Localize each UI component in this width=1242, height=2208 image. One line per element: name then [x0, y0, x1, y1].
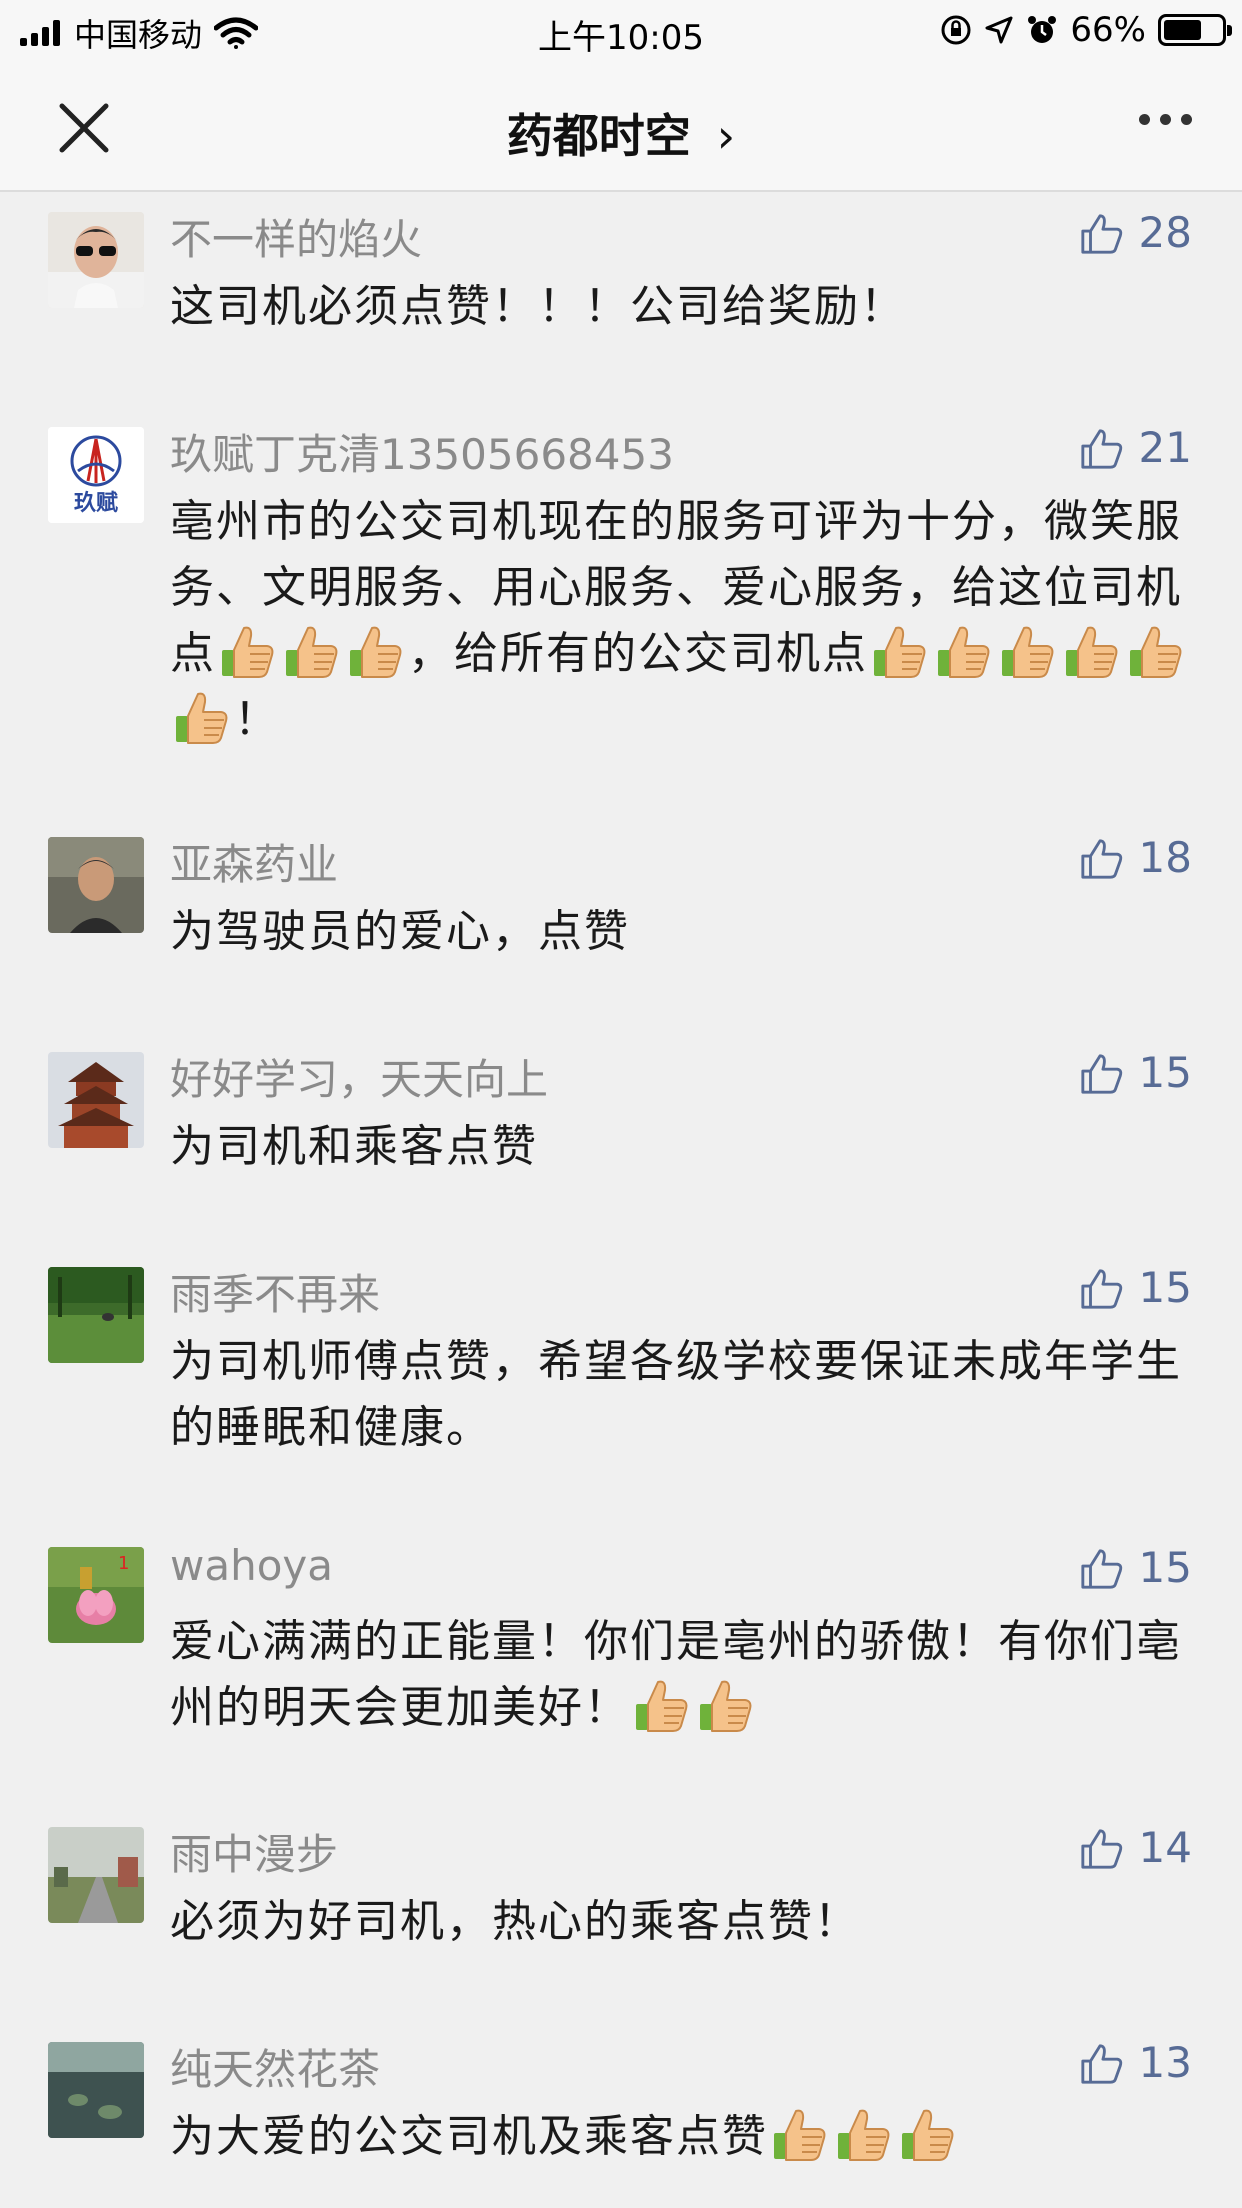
like-count: 28 [1138, 208, 1192, 257]
thumbs-up-icon [1080, 2043, 1122, 2084]
comment-author[interactable]: 雨中漫步 [170, 1821, 338, 1882]
avatar[interactable] [48, 1052, 144, 1148]
battery-icon [1158, 14, 1232, 46]
like-count: 14 [1138, 1823, 1192, 1872]
page-title[interactable]: 药都时空 › [0, 100, 1242, 166]
page-title-text: 药都时空 [506, 109, 691, 163]
comment-author[interactable]: 纯天然花茶 [170, 2036, 380, 2097]
like-count: 15 [1138, 1263, 1192, 1312]
list-item: 纯天然花茶 13 为大爱的公交司机及乘客点赞 [0, 2022, 1242, 2208]
thumbs-up-emoji-icon [220, 622, 276, 680]
list-item: 雨季不再来 15 为司机师傅点赞，希望各级学校要保证未成年学生的睡眠和健康。 [0, 1247, 1242, 1527]
comment-text: 必须为好司机，热心的乘客点赞！ [170, 1896, 860, 1947]
battery-percent: 66% [1070, 10, 1146, 50]
wifi-icon [214, 17, 259, 49]
comment-text: 为司机师傅点赞，希望各级学校要保证未成年学生的睡眠和健康。 [170, 1336, 1182, 1453]
nav-bar: 药都时空 › [0, 62, 1242, 192]
like-button[interactable]: 28 [1079, 208, 1192, 257]
comment-author[interactable]: wahoya [170, 1541, 333, 1590]
like-button[interactable]: 15 [1079, 1543, 1192, 1592]
avatar[interactable]: 玖赋 [48, 427, 144, 523]
comment-text: 爱心满满的正能量！你们是亳州的骄傲！有你们亳州的明天会更加美好！ [170, 1609, 1200, 1741]
like-button[interactable]: 18 [1079, 833, 1192, 882]
list-item: 亚森药业 18 为驾驶员的爱心，点赞 [0, 817, 1242, 1032]
list-item: 玖赋 玖赋丁克清13505668453 21 亳州市的公交司机现在的服务可评为十… [0, 407, 1242, 817]
comment-text: 为驾驶员的爱心，点赞 [170, 906, 630, 957]
thumbs-up-emoji-icon [1064, 622, 1120, 680]
alarm-icon [1028, 16, 1057, 43]
comment-text: 为司机和乘客点赞 [170, 1121, 538, 1172]
more-icon[interactable] [1139, 114, 1192, 125]
comment-text: 这司机必须点赞！！！公司给奖励！ [170, 281, 906, 332]
carrier-label: 中国移动 [74, 16, 203, 54]
comment-author[interactable]: 亚森药业 [170, 831, 338, 892]
list-item: 不一样的焰火 28 这司机必须点赞！！！公司给奖励！ [0, 192, 1242, 407]
avatar[interactable] [48, 1267, 144, 1363]
comment-author[interactable]: 雨季不再来 [170, 1261, 380, 1322]
orientation-lock-icon [941, 15, 971, 45]
thumbs-up-emoji-icon [836, 2105, 892, 2163]
thumbs-up-emoji-icon [634, 1676, 690, 1734]
thumbs-up-emoji-icon [772, 2105, 828, 2163]
svg-text:1: 1 [118, 1553, 129, 1574]
thumbs-up-icon [1080, 1828, 1122, 1869]
comment-text: 亳州市的公交司机现在的服务可评为十分，微笑服务、文明服务、用心服务、爱心服务，给… [170, 489, 1200, 753]
thumbs-up-emoji-icon [936, 622, 992, 680]
avatar[interactable] [48, 1827, 144, 1923]
thumbs-up-emoji-icon [1000, 622, 1056, 680]
avatar[interactable] [48, 837, 144, 933]
thumbs-up-emoji-icon [174, 688, 230, 746]
thumbs-up-emoji-icon [900, 2105, 956, 2163]
location-icon [985, 16, 1013, 44]
like-count: 15 [1138, 1048, 1192, 1097]
thumbs-up-icon [1080, 428, 1122, 469]
thumbs-up-emoji-icon [872, 622, 928, 680]
thumbs-up-emoji-icon [698, 1676, 754, 1734]
status-bar: 中国移动 上午10:05 66% [0, 0, 1242, 62]
like-button[interactable]: 14 [1079, 1823, 1192, 1872]
thumbs-up-icon [1080, 838, 1122, 879]
thumbs-up-icon [1080, 1268, 1122, 1309]
comment-author[interactable]: 好好学习，天天向上 [170, 1046, 548, 1107]
signal-icon [20, 20, 60, 46]
thumbs-up-emoji-icon [1128, 622, 1184, 680]
like-count: 13 [1138, 2038, 1192, 2087]
list-item: 好好学习，天天向上 15 为司机和乘客点赞 [0, 1032, 1242, 1247]
like-button[interactable]: 15 [1079, 1263, 1192, 1312]
like-count: 18 [1138, 833, 1192, 882]
comment-text-part: ！ [234, 694, 280, 745]
thumbs-up-icon [1080, 213, 1122, 254]
like-button[interactable]: 21 [1079, 423, 1192, 472]
like-count: 21 [1138, 423, 1192, 472]
comment-author[interactable]: 不一样的焰火 [170, 206, 422, 267]
chevron-right-icon: › [716, 109, 736, 163]
comment-author[interactable]: 玖赋丁克清13505668453 [170, 421, 674, 482]
like-count: 15 [1138, 1543, 1192, 1592]
thumbs-up-emoji-icon [348, 622, 404, 680]
comment-text: 为大爱的公交司机及乘客点赞 [170, 2104, 1200, 2170]
avatar[interactable] [48, 212, 144, 308]
thumbs-up-emoji-icon [284, 622, 340, 680]
list-item: 雨中漫步 14 必须为好司机，热心的乘客点赞！ [0, 1807, 1242, 2022]
like-button[interactable]: 15 [1079, 1048, 1192, 1097]
avatar[interactable] [48, 2042, 144, 2138]
like-button[interactable]: 13 [1079, 2038, 1192, 2087]
comment-text-part: ，给所有的公交司机点 [408, 628, 868, 679]
comment-text-part: 为大爱的公交司机及乘客点赞 [170, 2111, 768, 2162]
thumbs-up-icon [1080, 1053, 1122, 1094]
list-item: 1 wahoya 15 爱心满满的正能量！你们是亳州的骄傲！有你们亳州的明天会更… [0, 1527, 1242, 1807]
avatar-logo-text: 玖赋 [73, 491, 118, 516]
thumbs-up-icon [1080, 1548, 1122, 1589]
avatar[interactable]: 1 [48, 1547, 144, 1643]
